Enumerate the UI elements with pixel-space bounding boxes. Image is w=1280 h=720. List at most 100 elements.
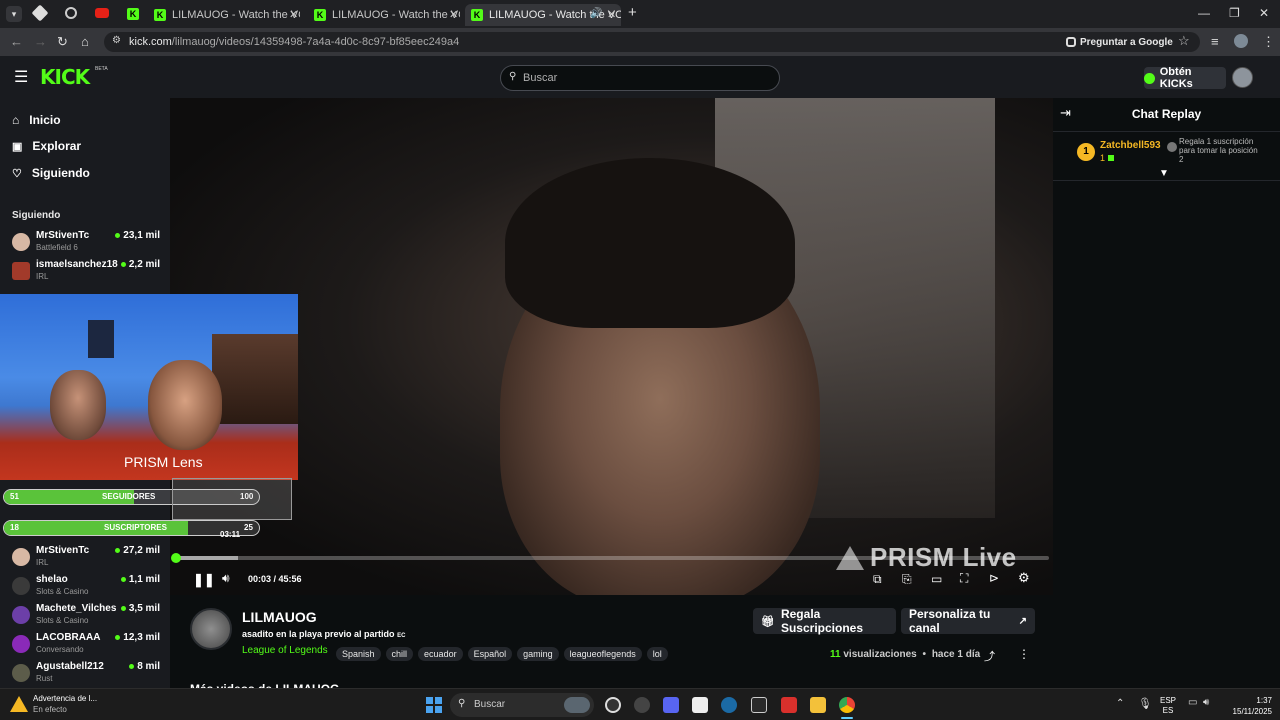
pause-icon[interactable]: ❚❚ bbox=[193, 572, 215, 588]
followed-channel[interactable]: Machete_Vilches Slots & Casino 3,5 mil bbox=[12, 603, 160, 629]
start-button[interactable] bbox=[426, 697, 442, 713]
show-hidden-icons[interactable]: ⌃ bbox=[1116, 698, 1124, 709]
stream-title: asadito en la playa previo al partido EC bbox=[242, 629, 406, 639]
tag[interactable]: Spanish bbox=[336, 647, 381, 661]
followed-channel[interactable]: MrStivenTc Battlefield 6 23,1 mil bbox=[12, 230, 160, 256]
more-options-icon[interactable]: ⋮ bbox=[1018, 647, 1030, 661]
tag[interactable]: ecuador bbox=[418, 647, 463, 661]
restore-icon[interactable]: ❐ bbox=[1229, 6, 1240, 20]
capcut-icon[interactable] bbox=[692, 697, 708, 713]
close-icon[interactable]: ✕ bbox=[607, 8, 616, 21]
hamburger-menu-icon[interactable]: ☰ bbox=[14, 67, 28, 87]
seek-handle[interactable] bbox=[171, 553, 181, 563]
stream-info: LILMAUOG asadito en la playa previo al p… bbox=[170, 595, 1053, 696]
taskbar-search[interactable]: ⚲ Buscar bbox=[450, 693, 594, 717]
back-icon[interactable]: ← bbox=[10, 34, 23, 49]
profile-avatar[interactable] bbox=[1234, 34, 1248, 48]
chat-top-divider bbox=[1053, 131, 1280, 132]
volume-icon[interactable]: 🔊︎ bbox=[1203, 697, 1209, 708]
browser-tab[interactable]: K LILMAUOG - Watch the VOD o ✕ bbox=[308, 4, 460, 26]
tag[interactable]: Español bbox=[467, 647, 513, 661]
fullscreen-icon[interactable]: ⛶ bbox=[960, 571, 968, 586]
expand-leaderboard-icon[interactable]: ▼ bbox=[1159, 168, 1169, 179]
kick-logo[interactable]: KICK BETA bbox=[40, 65, 108, 89]
search-input[interactable]: ⚲ Buscar bbox=[500, 65, 780, 91]
followed-channel[interactable]: MrStivenTc IRL 27,2 mil bbox=[12, 545, 160, 571]
customize-channel-button[interactable]: Personaliza tu canal ↗ bbox=[901, 607, 1035, 635]
chat-panel: ⇥ Chat Replay 1 Zatchbell593 1 Regala 1 … bbox=[1053, 98, 1280, 688]
obs-icon[interactable] bbox=[605, 697, 621, 713]
playback-speed-icon[interactable]: ⊳ bbox=[989, 571, 999, 585]
browser-tab-strip: ▾ K K LILMAUOG - Watch the VOD o ✕ K LIL… bbox=[0, 0, 1280, 28]
pinned-gifter[interactable]: 1 Zatchbell593 1 Regala 1 suscripción pa… bbox=[1077, 137, 1277, 174]
tag[interactable]: lol bbox=[646, 647, 668, 661]
category-link[interactable]: League of Legends bbox=[242, 645, 328, 656]
discord-icon[interactable] bbox=[663, 697, 679, 713]
minimize-icon[interactable]: — bbox=[1198, 6, 1210, 20]
following-section-title: Siguiendo bbox=[12, 210, 61, 221]
kick-tab-icon[interactable]: K bbox=[127, 8, 139, 20]
pinned-tab-icon[interactable] bbox=[31, 4, 49, 22]
avatar bbox=[12, 577, 30, 595]
volume-icon[interactable]: 🔊︎ bbox=[222, 571, 230, 586]
address-bar[interactable]: ⚙ kick.com/lilmauog/videos/14359498-7a4a… bbox=[104, 32, 1200, 52]
bookmark-star-icon[interactable]: ☆ bbox=[1178, 33, 1190, 49]
notification-widget[interactable]: Advertencia de l... En efecto bbox=[10, 693, 120, 717]
google-lens-icon bbox=[1066, 37, 1076, 47]
video-player[interactable]: PRISM Live ❚❚ 🔊︎ 00:03 / 45:56 ⧉ ⎘ ▭ ⛶ ⊳… bbox=[170, 98, 1053, 595]
sidebar-item-inicio[interactable]: ⌂ Inicio bbox=[12, 113, 61, 127]
new-tab-button[interactable]: + bbox=[628, 4, 637, 21]
followed-channel[interactable]: LACOBRAAA Conversando 12,3 mil bbox=[12, 632, 160, 658]
menu-icon[interactable]: ⋮ bbox=[1262, 34, 1275, 50]
browser-tab[interactable]: K LILMAUOG - Watch the VOD o ✕ bbox=[148, 4, 300, 26]
gift-subs-button[interactable]: 🎁︎ Regala Suscripciones bbox=[753, 607, 896, 635]
pinned-tab-icon[interactable] bbox=[65, 7, 77, 19]
close-icon[interactable]: ✕ bbox=[449, 8, 458, 21]
miniplayer-icon[interactable]: ⧉ bbox=[873, 572, 882, 587]
channel-name[interactable]: LILMAUOG bbox=[242, 609, 317, 625]
site-info-icon[interactable]: ⚙ bbox=[112, 35, 121, 46]
followed-channel[interactable]: ismaelsanchez18 IRL 2,2 mil bbox=[12, 259, 160, 285]
chat-username[interactable]: Zatchbell593 bbox=[1100, 140, 1161, 151]
close-icon[interactable]: ✕ bbox=[289, 8, 298, 21]
home-icon[interactable]: ⌂ bbox=[81, 34, 89, 49]
reload-icon[interactable]: ↻ bbox=[57, 34, 68, 50]
channel-avatar[interactable] bbox=[190, 608, 232, 650]
theater-mode-icon[interactable]: ▭ bbox=[931, 572, 942, 586]
tab-search-button[interactable]: ▾ bbox=[6, 6, 22, 22]
sidebar-item-siguiendo[interactable]: ♡ Siguiendo bbox=[12, 166, 90, 180]
viewer-count: 8 mil bbox=[129, 661, 160, 672]
taskbar: Advertencia de l... En efecto ⚲ Buscar ⌃… bbox=[0, 688, 1280, 720]
user-avatar[interactable] bbox=[1232, 67, 1253, 88]
tag[interactable]: chill bbox=[385, 647, 414, 661]
clock[interactable]: 1:37 15/11/2025 bbox=[1222, 695, 1272, 717]
sidebar-item-explorar[interactable]: ▣ Explorar bbox=[12, 139, 81, 153]
reading-list-icon[interactable]: ≡ bbox=[1211, 34, 1219, 49]
youtube-tab-icon[interactable] bbox=[95, 8, 109, 18]
ask-google-button[interactable]: Preguntar a Google bbox=[1066, 34, 1173, 50]
app-red-icon[interactable] bbox=[781, 697, 797, 713]
avatar bbox=[12, 262, 30, 280]
file-explorer-icon[interactable] bbox=[810, 697, 826, 713]
epic-games-icon[interactable] bbox=[751, 697, 767, 713]
followed-channel[interactable]: shelao Slots & Casino 1,1 mil bbox=[12, 574, 160, 600]
gift-icon: 🎁︎ bbox=[761, 615, 775, 628]
forward-icon[interactable]: → bbox=[34, 34, 47, 49]
app-icon[interactable] bbox=[634, 697, 650, 713]
get-kicks-button[interactable]: Obtén KICKs bbox=[1144, 66, 1226, 90]
browser-tab-active[interactable]: K LILMAUOG - Watch the VOD 🔊 ✕ bbox=[465, 4, 621, 26]
clip-icon[interactable]: ⎘ bbox=[902, 572, 912, 587]
settings-gear-icon[interactable]: ⚙ bbox=[1018, 570, 1030, 586]
followed-channel[interactable]: Agustabell212 Rust 8 mil bbox=[12, 661, 160, 687]
tag[interactable]: leagueoflegends bbox=[563, 647, 642, 661]
video-seek-bar[interactable] bbox=[171, 553, 1049, 563]
network-icon[interactable]: ▭ bbox=[1188, 697, 1197, 708]
kick-favicon: K bbox=[154, 9, 166, 21]
close-window-icon[interactable]: ✕ bbox=[1259, 6, 1269, 20]
microphone-icon[interactable]: 🎙︎ bbox=[1138, 697, 1152, 710]
steam-icon[interactable] bbox=[721, 697, 737, 713]
share-icon[interactable]: ⤴ bbox=[984, 648, 995, 664]
chrome-icon[interactable] bbox=[839, 697, 855, 713]
tag[interactable]: gaming bbox=[517, 647, 559, 661]
language-indicator[interactable]: ESP ES bbox=[1160, 696, 1176, 716]
